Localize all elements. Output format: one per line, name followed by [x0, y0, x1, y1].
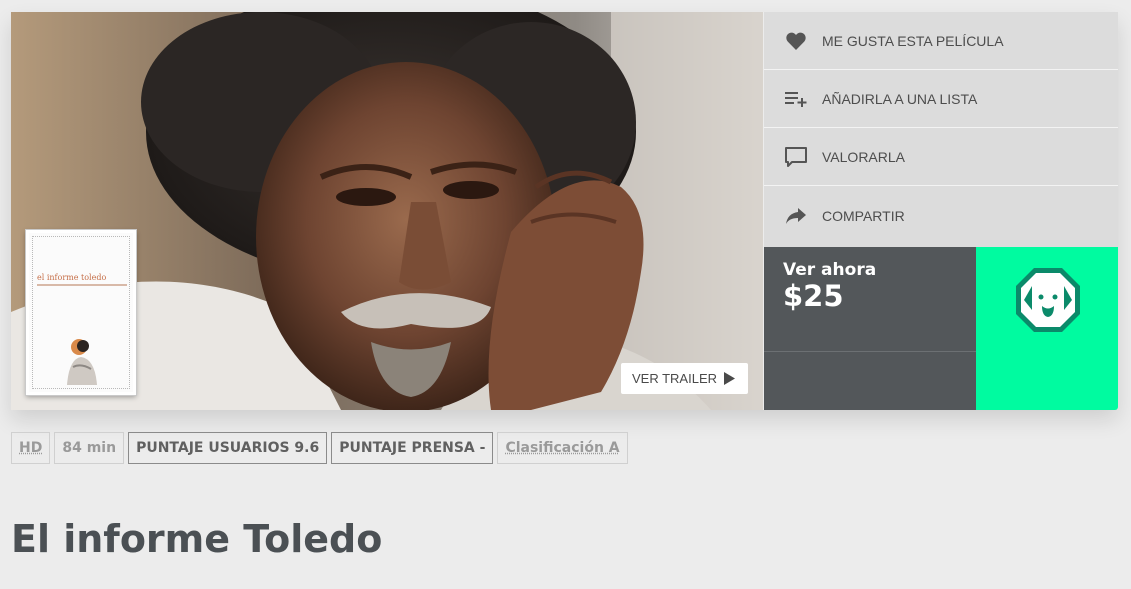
add-to-list-button[interactable]: AÑADIRLA A UNA LISTA — [764, 70, 1118, 128]
poster-title: el informe toledo — [37, 273, 107, 282]
watch-now-price: $25 — [783, 279, 844, 313]
trailer-button-label: VER TRAILER — [632, 371, 718, 386]
hero-backdrop-image: el informe toledo VER TRAILER — [11, 12, 763, 410]
heart-icon — [784, 30, 808, 52]
watch-now-divider — [764, 351, 976, 352]
dog-badge-icon — [1016, 268, 1080, 332]
rating-tag-label: Clasificación A — [505, 440, 620, 456]
watch-now-label: Ver ahora — [783, 260, 877, 280]
rate-movie-label: VALORARLA — [822, 148, 905, 165]
movie-actions-panel: ME GUSTA ESTA PELÍCULA AÑADIRLA A UNA LI… — [764, 12, 1118, 247]
watch-trailer-button[interactable]: VER TRAILER — [621, 363, 748, 394]
movie-tags: HD 84 min PUNTAJE USUARIOS 9.6 PUNTAJE P… — [11, 432, 628, 464]
add-to-list-label: AÑADIRLA A UNA LISTA — [822, 90, 978, 107]
duration-tag: 84 min — [54, 432, 125, 464]
poster-person-image — [67, 339, 97, 385]
share-movie-label: COMPARTIR — [822, 208, 905, 224]
poster-subtitle-line — [37, 284, 127, 286]
movie-poster[interactable]: el informe toledo — [26, 230, 136, 395]
rating-tag: Clasificación A — [497, 432, 628, 464]
movie-title: El informe Toledo — [11, 517, 383, 561]
rate-movie-button[interactable]: VALORARLA — [764, 128, 1118, 186]
like-movie-button[interactable]: ME GUSTA ESTA PELÍCULA — [764, 12, 1118, 70]
quality-tag-label: HD — [19, 440, 43, 456]
share-movie-button[interactable]: COMPARTIR — [764, 186, 1118, 246]
playlist-add-icon — [784, 88, 808, 110]
like-movie-label: ME GUSTA ESTA PELÍCULA — [822, 32, 1004, 49]
user-score-tag: PUNTAJE USUARIOS 9.6 — [128, 432, 328, 464]
share-icon — [784, 205, 808, 227]
movie-hero: el informe toledo VER TRAILER ME GUSTA E… — [11, 12, 1118, 410]
streaming-provider-button[interactable] — [976, 247, 1118, 410]
comment-icon — [784, 146, 808, 168]
watch-now-panel[interactable]: Ver ahora $25 — [764, 247, 976, 410]
press-score-tag: PUNTAJE PRENSA - — [331, 432, 494, 464]
play-icon — [724, 372, 735, 385]
quality-tag: HD — [11, 432, 51, 464]
